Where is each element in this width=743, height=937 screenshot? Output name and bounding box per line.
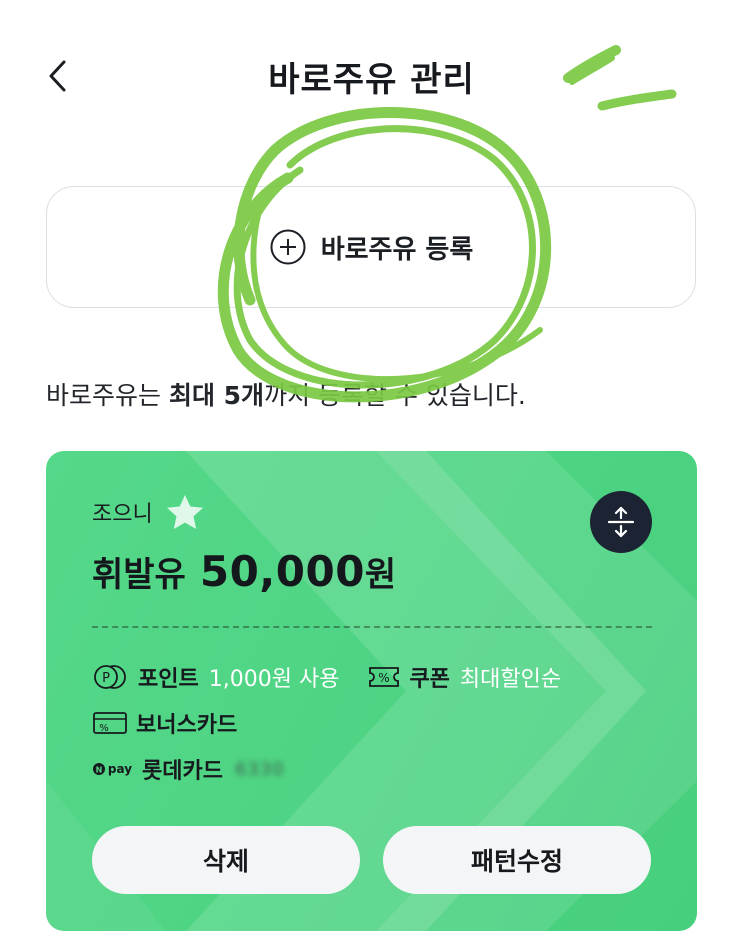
register-button[interactable]: 바로주유 등록 bbox=[46, 186, 696, 308]
fuel-type: 휘발유 bbox=[92, 555, 186, 595]
point-icon: P bbox=[94, 665, 126, 689]
bonus-row: % 보너스카드 bbox=[92, 707, 237, 739]
info-prefix: 바로주유는 bbox=[46, 381, 169, 410]
fuel-row: 휘발유 50,000 원 bbox=[92, 547, 396, 596]
svg-text:%: % bbox=[379, 671, 390, 685]
info-text: 바로주유는 최대 5개까지 등록할 수 있습니다. bbox=[46, 376, 526, 412]
bonus-card-icon: % bbox=[93, 712, 127, 734]
payment-row: N pay 롯데카드 6330 bbox=[92, 753, 285, 785]
card-divider bbox=[92, 626, 652, 628]
svg-text:%: % bbox=[99, 723, 109, 734]
bonus-label: 보너스카드 bbox=[136, 713, 238, 738]
svg-text:P: P bbox=[102, 671, 110, 686]
swap-icon bbox=[607, 506, 635, 538]
svg-text:N: N bbox=[96, 766, 103, 775]
edit-pattern-button[interactable]: 패턴수정 bbox=[383, 826, 651, 894]
nickname-row: 조으니 bbox=[92, 493, 205, 531]
plus-circle-icon bbox=[270, 229, 306, 265]
npay-icon: N pay bbox=[93, 762, 132, 776]
npay-mark: pay bbox=[108, 762, 132, 776]
card-nickname: 조으니 bbox=[92, 502, 153, 527]
delete-button[interactable]: 삭제 bbox=[92, 826, 360, 894]
point-value: 1,000원 사용 bbox=[208, 667, 340, 692]
fuel-unit: 원 bbox=[364, 555, 397, 595]
point-label: 포인트 bbox=[138, 667, 199, 692]
star-icon[interactable] bbox=[165, 493, 205, 531]
fuel-card: 조으니 휘발유 50,000 원 P 포인트 1,000원 사용 % 쿠폰 최대… bbox=[46, 451, 697, 931]
fuel-amount: 50,000 bbox=[199, 547, 365, 596]
point-row: P 포인트 1,000원 사용 % 쿠폰 최대할인순 bbox=[92, 661, 561, 693]
coupon-value: 최대할인순 bbox=[459, 667, 562, 692]
coupon-icon: % bbox=[369, 667, 400, 687]
reorder-button[interactable] bbox=[590, 491, 652, 553]
page-title: 바로주유 관리 bbox=[268, 60, 475, 100]
info-suffix: 까지 등록할 수 있습니다. bbox=[264, 381, 526, 410]
register-label: 바로주유 등록 bbox=[320, 234, 474, 265]
coupon-label: 쿠폰 bbox=[409, 667, 450, 692]
pay-label: 롯데카드 bbox=[142, 759, 223, 784]
info-bold: 최대 5개 bbox=[168, 381, 265, 410]
card-number-masked: 6330 bbox=[234, 758, 285, 780]
